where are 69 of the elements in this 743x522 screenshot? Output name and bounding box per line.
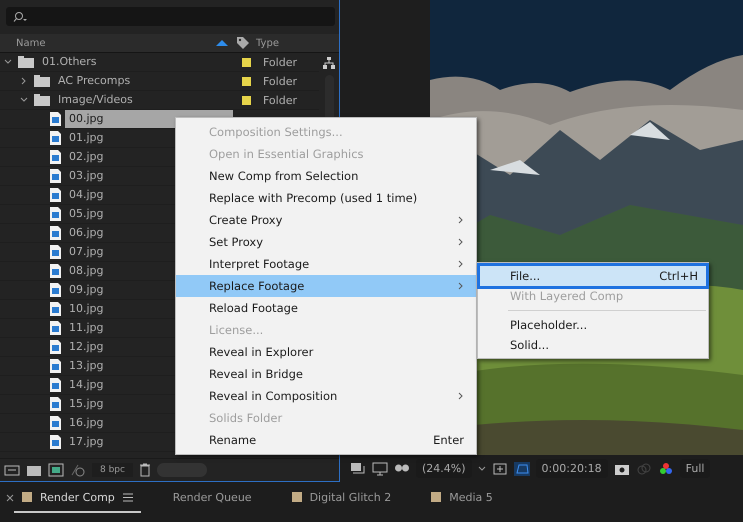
folder-icon [34,94,50,106]
safe-area-icon[interactable] [492,462,508,476]
menu-item[interactable]: Set Proxy [176,231,476,253]
new-composition-icon[interactable] [48,463,64,477]
menu-item[interactable]: Create Proxy [176,209,476,231]
image-file-icon [50,435,61,449]
panel-tab[interactable]: Media 5 [423,483,501,513]
folder-icon[interactable] [26,463,42,477]
chevron-down-icon [478,466,486,472]
label-swatch[interactable] [242,76,251,86]
menu-icon [122,492,133,502]
menu-item[interactable]: Rename Enter [176,429,476,451]
image-file-icon [50,359,61,373]
image-file-icon [50,188,61,202]
layers-icon[interactable] [350,462,366,476]
image-file-icon [50,302,61,316]
resolution-dropdown[interactable]: Full [680,459,710,478]
folder-icon [34,75,50,87]
image-file-icon [50,112,61,126]
search-field[interactable] [6,7,335,26]
color-channels-icon[interactable] [658,462,674,476]
file-name[interactable]: AC Precomps [54,72,242,90]
close-icon[interactable] [6,494,14,502]
image-file-icon [50,416,61,430]
image-file-icon [50,131,61,145]
folder-icon [18,56,34,68]
type-text: Folder [263,74,297,88]
menu-item[interactable]: Interpret Footage [176,253,476,275]
label-swatch[interactable] [242,58,251,66]
menu-item[interactable]: Reveal in Explorer [176,341,476,363]
image-file-icon [50,226,61,240]
type-text: Folder [263,94,297,106]
image-file-icon [50,150,61,164]
image-file-icon [50,169,61,183]
file-name[interactable]: Image/Videos [54,91,242,109]
image-file-icon [50,245,61,259]
menu-item[interactable]: Placeholder... [480,315,706,335]
menu-item[interactable]: Replace Footage [176,275,476,297]
search-icon [12,10,28,22]
trash-icon[interactable] [138,463,151,477]
caret-icon[interactable] [20,96,28,104]
menu-item[interactable]: Reveal in Bridge [176,363,476,385]
label-swatch[interactable] [242,96,251,104]
menu-item[interactable]: File... Ctrl+H [480,266,706,286]
menu-item[interactable]: Reload Footage [176,297,476,319]
mask-path-icon[interactable] [514,462,530,476]
caret-icon[interactable] [4,58,12,66]
caret-icon[interactable] [20,77,28,85]
column-header[interactable]: Name [16,38,216,48]
image-file-icon [50,321,61,335]
bit-depth-button[interactable]: 8 bpc [92,463,133,477]
file-name[interactable]: 01.Others [38,53,242,71]
panel-tab[interactable]: Digital Glitch 2 [284,483,400,513]
image-file-icon [50,207,61,221]
panel-tab[interactable]: Render Comp [14,483,141,513]
image-file-icon [50,283,61,297]
monitor-icon[interactable] [372,462,388,476]
menu-item[interactable]: New Comp from Selection [176,165,476,187]
image-file-icon [50,378,61,392]
image-file-icon [50,340,61,354]
menu-item[interactable]: Solid... [480,335,706,355]
menu-item[interactable]: Reveal in Composition [176,385,476,407]
panel-tab[interactable]: Render Queue [164,483,260,513]
menu-item[interactable]: Replace with Precomp (used 1 time) [176,187,476,209]
image-file-icon [50,264,61,278]
hierarchy-icon [323,57,335,69]
column-header[interactable]: Type [256,38,279,48]
type-text: Folder [263,56,297,68]
image-file-icon [50,397,61,411]
